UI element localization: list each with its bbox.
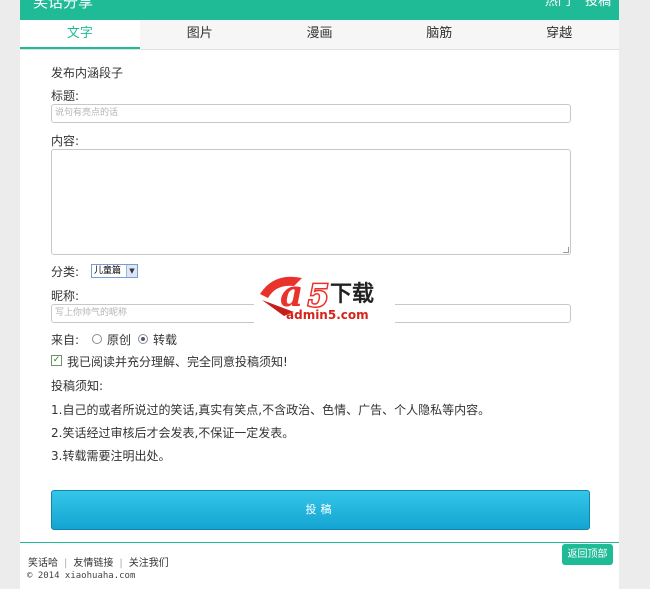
tab-images[interactable]: 图片	[140, 20, 260, 49]
notice-item: 3.转载需要注明出处。	[51, 449, 171, 463]
footer-link[interactable]: 关注我们	[129, 558, 169, 569]
title-input[interactable]: 说句有亮点的话	[51, 104, 571, 123]
a5-logo-icon: a 5 下载 admin5.com	[260, 273, 374, 322]
tab-time-travel[interactable]: 穿越	[499, 20, 619, 49]
submit-button[interactable]: 投稿	[51, 490, 590, 530]
nickname-label: 昵称:	[51, 289, 80, 303]
notice-item: 2.笑话经过审核后才会发表,不保证一定发表。	[51, 426, 295, 440]
chevron-down-icon: ▼	[126, 265, 137, 277]
tab-comics[interactable]: 漫画	[260, 20, 380, 49]
category-select[interactable]: 儿童篇 ▼	[91, 264, 138, 278]
content-label: 内容:	[51, 134, 80, 148]
footer-separator: |	[64, 558, 68, 569]
source-label: 来自:	[51, 333, 80, 347]
top-bar: 笑话分享 热门 投稿	[20, 0, 619, 20]
tab-riddles[interactable]: 脑筋	[379, 20, 499, 49]
category-tabs: 文字 图片 漫画 脑筋 穿越	[20, 20, 619, 50]
category-select-value: 儿童篇	[94, 266, 122, 276]
radio-repost[interactable]	[138, 334, 148, 344]
nav-link-hot[interactable]: 热门	[545, 0, 571, 9]
footer-link[interactable]: 笑话哈	[28, 558, 58, 569]
radio-repost-label[interactable]: 转载	[153, 331, 177, 348]
watermark-brand: 下载	[330, 281, 374, 307]
site-title[interactable]: 笑话分享	[33, 0, 93, 12]
notice-item: 1.自己的或者所说过的笑话,真实有笑点,不含政治、色情、广告、个人隐私等内容。	[51, 403, 491, 417]
watermark-logo: a 5 下载 admin5.com	[254, 264, 395, 323]
footer-links: 笑话哈 | 友情链接 | 关注我们	[28, 554, 169, 569]
copyright-text: © 2014 xiaohuaha.com	[27, 571, 136, 581]
nav-link-submit[interactable]: 投稿	[585, 0, 611, 9]
top-links: 热门 投稿	[535, 0, 611, 12]
notice-title: 投稿须知:	[51, 379, 104, 393]
content-textarea[interactable]	[51, 149, 571, 255]
footer-link[interactable]: 友情链接	[73, 558, 113, 569]
back-to-top-button[interactable]: 返回顶部	[562, 544, 613, 565]
agree-checkbox[interactable]: ✓	[51, 355, 62, 366]
radio-original-label[interactable]: 原创	[107, 331, 131, 348]
agree-text[interactable]: 我已阅读并充分理解、完全同意投稿须知!	[67, 353, 288, 370]
radio-original[interactable]	[92, 334, 102, 344]
form-heading: 发布内涵段子	[51, 66, 124, 80]
resize-handle-icon[interactable]	[563, 247, 569, 253]
category-label: 分类:	[51, 265, 80, 279]
footer-divider	[20, 542, 619, 543]
title-label: 标题:	[51, 89, 80, 103]
footer-separator: |	[119, 558, 123, 569]
watermark-domain: admin5.com	[286, 308, 369, 322]
tab-text[interactable]: 文字	[20, 20, 140, 49]
